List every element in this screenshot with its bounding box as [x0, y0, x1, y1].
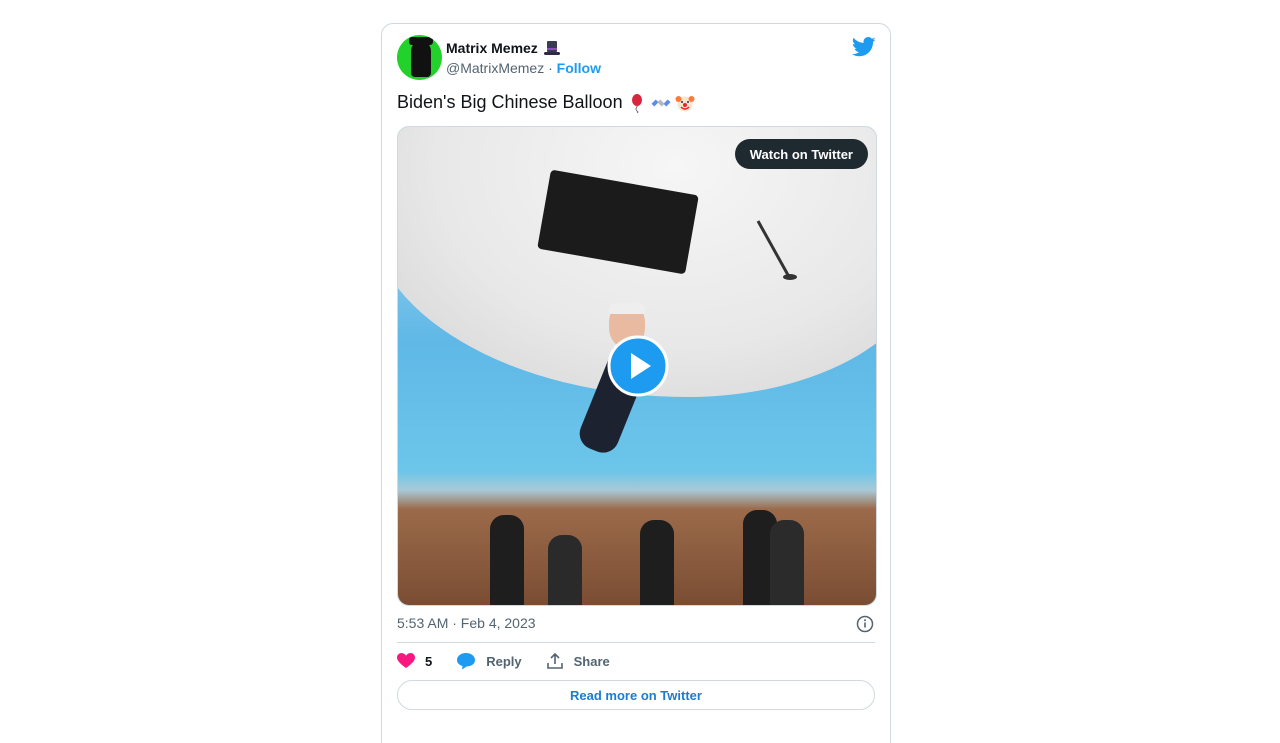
clown-face-icon: [675, 95, 695, 111]
balloon-icon: [631, 93, 642, 113]
heart-icon: [397, 653, 415, 668]
tether-graphic: [756, 220, 797, 280]
play-icon[interactable]: [607, 335, 669, 397]
author-handle[interactable]: @MatrixMemez: [446, 60, 544, 76]
top-hat-icon: [543, 40, 560, 56]
tweet-text: Biden's Big Chinese Balloon: [397, 92, 623, 112]
reply-bubble-icon: [457, 653, 476, 670]
handle-row: @MatrixMemez · Follow: [446, 60, 601, 76]
action-bar: 5 Reply Share: [397, 652, 610, 670]
tweet-card: Matrix Memez @MatrixMemez · Follow Biden…: [381, 23, 891, 743]
divider: [397, 642, 875, 643]
like-button[interactable]: 5: [397, 653, 432, 669]
video-thumbnail[interactable]: Watch on Twitter: [397, 126, 877, 606]
twitter-bird-icon[interactable]: [852, 37, 876, 57]
share-button[interactable]: Share: [546, 652, 610, 670]
share-label: Share: [573, 653, 610, 669]
author-name[interactable]: Matrix Memez: [446, 40, 538, 56]
avatar[interactable]: [397, 35, 442, 80]
tweet-timestamp[interactable]: 5:53 AM · Feb 4, 2023: [397, 615, 536, 631]
tweet-text-row: Biden's Big Chinese Balloon: [397, 92, 695, 113]
separator: ·: [548, 60, 553, 76]
share-icon: [546, 652, 563, 669]
like-count: 5: [425, 653, 433, 669]
follow-button[interactable]: Follow: [557, 60, 601, 76]
author-row: Matrix Memez: [446, 40, 560, 56]
reply-button[interactable]: Reply: [456, 652, 522, 670]
read-more-button[interactable]: Read more on Twitter: [397, 680, 875, 710]
reply-label: Reply: [486, 653, 522, 669]
info-icon[interactable]: [856, 615, 874, 633]
satellite-icon: [651, 98, 671, 107]
watch-on-twitter-button[interactable]: Watch on Twitter: [734, 139, 868, 169]
